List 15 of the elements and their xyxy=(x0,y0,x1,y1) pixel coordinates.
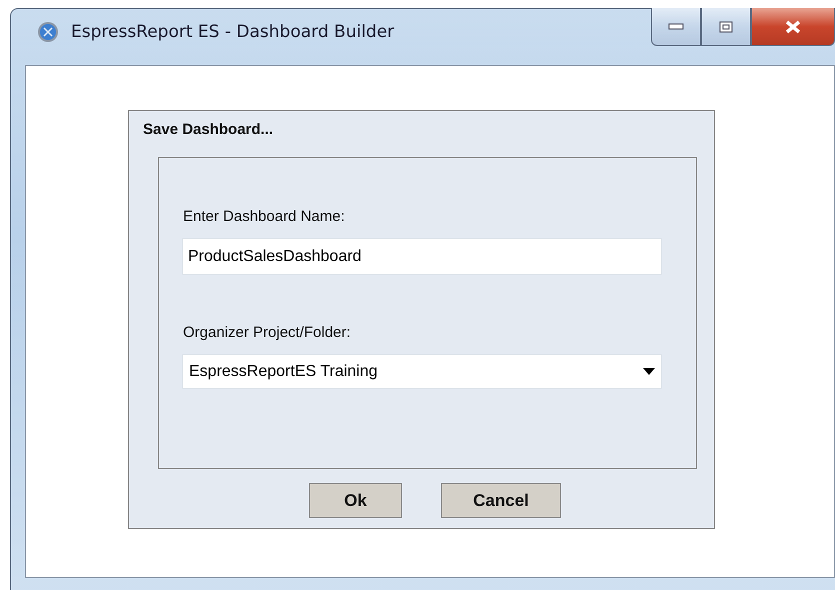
maximize-icon xyxy=(719,20,733,32)
dashboard-name-field[interactable]: ProductSalesDashboard xyxy=(182,238,662,275)
field-label: Organizer Project/Folder: xyxy=(183,324,352,342)
minimize-button[interactable] xyxy=(651,8,701,46)
dialog-title: Save Dashboard... xyxy=(143,121,274,139)
close-button[interactable] xyxy=(751,8,835,46)
folder-dropdown[interactable]: EspressReportES Training xyxy=(182,354,662,389)
maximize-button[interactable] xyxy=(701,8,751,46)
caret-icon xyxy=(643,368,655,375)
ok-button[interactable]: Ok xyxy=(309,483,402,518)
close-icon xyxy=(784,20,802,34)
window-title: EspressReport ES - Dashboard Builder xyxy=(71,21,394,43)
minimize-icon xyxy=(668,22,684,30)
field-label: Enter Dashboard Name: xyxy=(183,208,346,226)
cancel-button[interactable]: Cancel xyxy=(441,483,561,518)
